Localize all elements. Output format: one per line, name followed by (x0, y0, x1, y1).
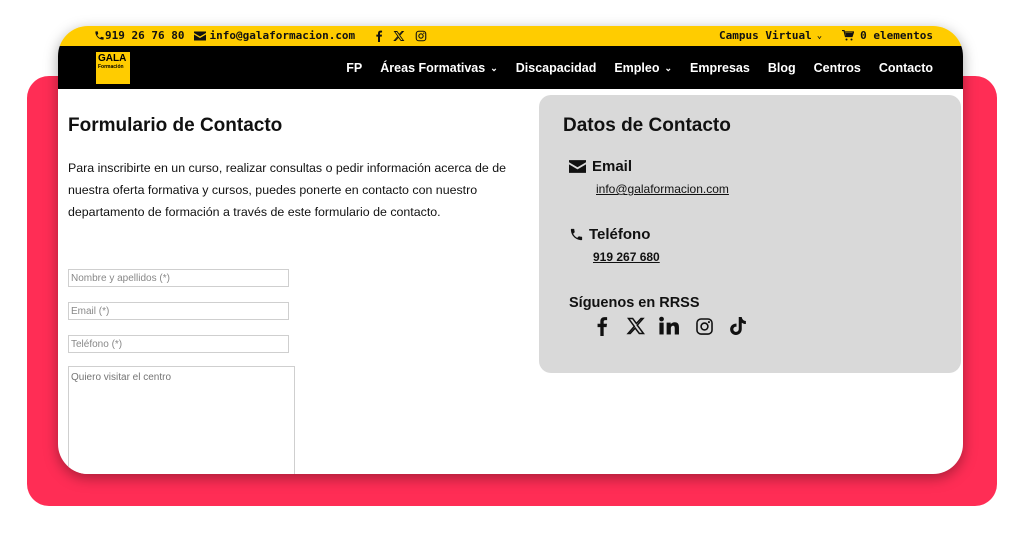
top-phone-link[interactable]: 919 26 76 80 (105, 29, 184, 42)
nav-item-label: Contacto (878, 61, 933, 75)
social-heading: Síguenos en RRSS (569, 295, 700, 311)
envelope-icon (194, 31, 207, 41)
logo-subtext: Formación (98, 64, 124, 70)
top-bar-right: Campus Virtual ⌄ 0 elementos (719, 29, 933, 42)
contact-panel: Datos de Contacto Email info@galaformaci… (539, 95, 961, 373)
instagram-icon[interactable] (693, 315, 715, 337)
nav-menu: FP Áreas Formativas ⌄ Discapacidad Empleo ⌄ Em… (328, 61, 933, 75)
phone-input[interactable] (68, 335, 289, 353)
nav-item-discapacidad[interactable]: Discapacidad (516, 61, 597, 75)
nav-item-label: Centros (813, 61, 861, 75)
top-bar: 919 26 76 80 info@galaformacion.com Camp… (58, 26, 963, 46)
nav-item-label: FP (346, 61, 363, 75)
email-heading: Email (569, 158, 632, 175)
nav-item-fp[interactable]: FP (346, 61, 362, 75)
page: 919 26 76 80 info@galaformacion.com Camp… (0, 0, 1024, 536)
top-email-link[interactable]: info@galaformacion.com (209, 29, 355, 42)
nav-item-blog[interactable]: Blog (768, 61, 796, 75)
x-twitter-icon[interactable] (625, 315, 647, 337)
nav-item-label: Empresas (690, 61, 750, 75)
contact-email-link[interactable]: info@galaformacion.com (596, 182, 729, 196)
envelope-icon (569, 160, 586, 173)
chevron-down-icon: ⌄ (816, 30, 823, 41)
main-navbar: GALA Formación FP Áreas Formativas ⌄ Discap… (58, 46, 963, 89)
gala-logo[interactable]: GALA Formación (96, 52, 130, 84)
facebook-icon[interactable] (375, 30, 383, 42)
campus-virtual-link[interactable]: Campus Virtual (719, 29, 812, 42)
nav-item-label: Empleo (614, 61, 660, 75)
contact-title: Datos de Contacto (563, 115, 731, 136)
chevron-down-icon: ⌄ (490, 62, 498, 73)
form-title: Formulario de Contacto (68, 115, 283, 136)
instagram-icon[interactable] (415, 30, 427, 42)
email-input[interactable] (68, 302, 289, 320)
message-textarea[interactable] (68, 366, 295, 474)
top-bar-left: 919 26 76 80 info@galaformacion.com (94, 29, 427, 42)
phone-icon (569, 227, 584, 242)
form-intro-text: Para inscribirte en un curso, realizar c… (68, 161, 507, 219)
linkedin-icon[interactable] (659, 315, 681, 337)
nav-item-label: Blog (767, 61, 796, 75)
nav-item-empresas[interactable]: Empresas (690, 61, 750, 75)
phone-label: Teléfono (589, 226, 651, 243)
nav-item-areas-formativas[interactable]: Áreas Formativas ⌄ (380, 61, 497, 75)
nav-item-label: Áreas Formativas (380, 61, 486, 75)
chevron-down-icon: ⌄ (664, 62, 673, 73)
name-input[interactable] (68, 269, 289, 287)
phone-heading: Teléfono (569, 226, 650, 243)
cart-icon[interactable] (842, 30, 855, 41)
cart-count[interactable]: 0 elementos (860, 29, 933, 42)
x-twitter-icon[interactable] (393, 30, 405, 42)
email-label: Email (592, 158, 633, 175)
contact-phone-link[interactable]: 919 267 680 (593, 250, 660, 264)
nav-item-centros[interactable]: Centros (814, 61, 861, 75)
logo-text: GALA (98, 53, 127, 64)
tiktok-icon[interactable] (727, 315, 749, 337)
social-links (591, 315, 749, 337)
nav-item-label: Discapacidad (515, 61, 597, 75)
nav-item-empleo[interactable]: Empleo ⌄ (614, 61, 672, 75)
facebook-icon[interactable] (591, 315, 613, 337)
nav-item-contacto[interactable]: Contacto (879, 61, 933, 75)
website-card: 919 26 76 80 info@galaformacion.com Camp… (58, 26, 963, 474)
phone-icon (94, 30, 105, 41)
